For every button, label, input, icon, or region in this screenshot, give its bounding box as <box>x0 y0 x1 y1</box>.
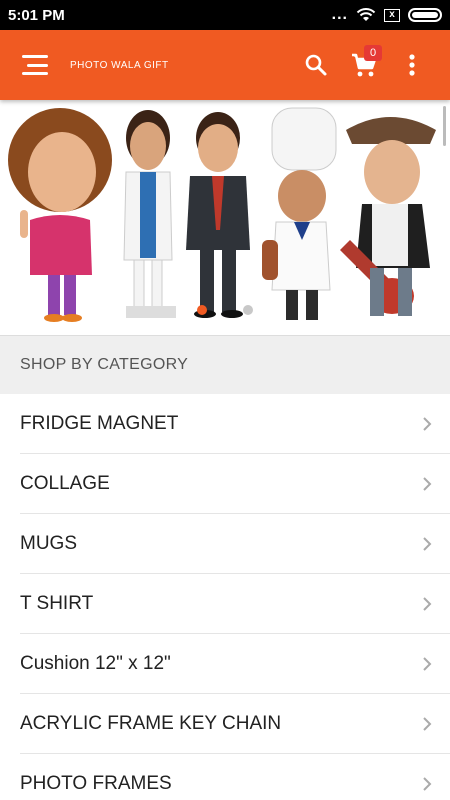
wifi-icon <box>356 8 376 21</box>
chevron-right-icon <box>423 656 432 671</box>
category-label: MUGS <box>20 532 77 554</box>
carousel-dot-2[interactable] <box>243 305 253 315</box>
caricature-banner-image <box>8 107 436 322</box>
carousel-dots <box>0 305 450 315</box>
caricature-businessman-figure <box>186 112 250 318</box>
category-item-fridge-magnet[interactable]: FRIDGE MAGNET <box>20 394 450 454</box>
search-icon <box>305 54 327 76</box>
banner-scroll-indicator <box>443 106 446 146</box>
category-item-collage[interactable]: COLLAGE <box>20 454 450 514</box>
category-label: COLLAGE <box>20 472 110 494</box>
cart-count-badge: 0 <box>364 45 382 61</box>
chevron-right-icon <box>423 536 432 551</box>
carousel-dot-1[interactable] <box>197 305 207 315</box>
status-bar: 5:01 PM ... x <box>0 0 450 30</box>
category-label: ACRYLIC FRAME KEY CHAIN <box>20 712 282 734</box>
category-label: FRIDGE MAGNET <box>20 412 179 434</box>
category-item-acrylic-frame-key-chain[interactable]: ACRYLIC FRAME KEY CHAIN <box>20 694 450 754</box>
category-label: T SHIRT <box>20 592 94 614</box>
more-vert-icon <box>409 54 415 76</box>
chevron-right-icon <box>423 476 432 491</box>
status-icons: ... x <box>332 6 442 24</box>
caricature-guitarist-figure <box>340 117 436 316</box>
promo-banner-carousel[interactable] <box>0 100 450 336</box>
category-item-cushion[interactable]: Cushion 12" x 12" <box>20 634 450 694</box>
category-label: Cushion 12" x 12" <box>20 652 171 674</box>
status-time: 5:01 PM <box>8 6 65 24</box>
category-item-t-shirt[interactable]: T SHIRT <box>20 574 450 634</box>
overflow-menu-button[interactable] <box>388 41 436 89</box>
no-sim-icon: x <box>384 8 400 22</box>
battery-icon <box>408 8 442 22</box>
app-title: PHOTO WALA GIFT <box>70 59 169 71</box>
cart-button[interactable]: 0 <box>340 41 388 89</box>
caricature-doctor-figure <box>123 110 176 318</box>
chevron-right-icon <box>423 716 432 731</box>
chevron-right-icon <box>423 776 432 791</box>
caricature-chef-figure <box>262 107 337 320</box>
search-button[interactable] <box>292 41 340 89</box>
hamburger-menu-icon[interactable] <box>22 55 48 75</box>
category-list: FRIDGE MAGNET COLLAGE MUGS T SHIRT Cushi… <box>0 394 450 800</box>
category-item-mugs[interactable]: MUGS <box>20 514 450 574</box>
chevron-right-icon <box>423 596 432 611</box>
chevron-right-icon <box>423 416 432 431</box>
section-header: SHOP BY CATEGORY <box>0 336 450 394</box>
caricature-woman-figure <box>8 108 112 322</box>
category-label: PHOTO FRAMES <box>20 772 172 794</box>
notification-dots: ... <box>331 6 348 23</box>
app-bar: PHOTO WALA GIFT 0 <box>0 30 450 100</box>
category-item-photo-frames[interactable]: PHOTO FRAMES <box>20 754 450 800</box>
